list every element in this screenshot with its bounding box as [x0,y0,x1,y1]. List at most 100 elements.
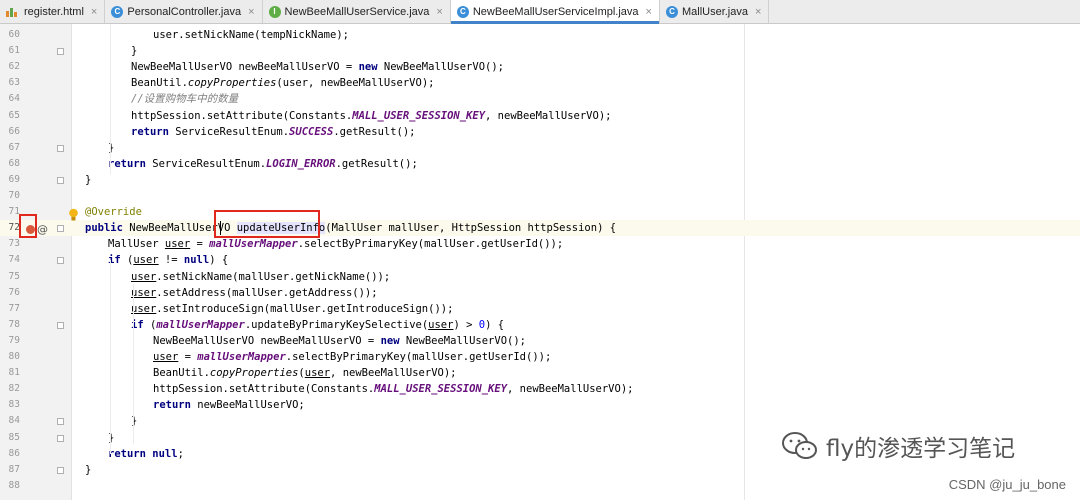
code-line[interactable]: 76 user.setAddress(mallUser.getAddress())… [0,285,1080,301]
tab-label: NewBeeMallUserServiceImpl.java [472,5,639,18]
annotation-at-icon[interactable]: @ [37,223,48,236]
line-number: 82 [8,383,20,395]
interface-file-icon: I [268,5,281,18]
code-line[interactable]: 77 user.setIntroduceSign(mallUser.getIntr… [0,301,1080,317]
indent-guide [133,348,134,436]
tab-label: MallUser.java [681,5,748,18]
fold-marker-icon[interactable] [57,144,64,152]
code-text: return ServiceResultEnum.SUCCESS.getResu… [131,125,416,138]
code-line[interactable]: 80 user = mallUserMapper.selectByPrimaryK… [0,349,1080,365]
fold-marker-icon[interactable] [57,176,64,184]
code-text: return null; [108,447,184,460]
line-number: 66 [8,125,20,137]
method-name-highlight-box [214,210,320,238]
line-number: 81 [8,367,20,379]
code-line[interactable]: 63 BeanUtil.copyProperties(user, newBeeMa… [0,75,1080,91]
line-number: 73 [8,238,20,250]
lightbulb-icon[interactable] [68,208,79,222]
code-text: public NewBeeMallUserVO updateUserInfo(M… [85,222,617,235]
code-line[interactable]: 60 user.setNickName(tempNickName); [0,27,1080,43]
code-text: BeanUtil.copyProperties(user, newBeeMall… [153,367,457,380]
line-number: 84 [8,415,20,427]
code-text: return ServiceResultEnum.LOGIN_ERROR.get… [108,157,418,170]
code-line[interactable]: 87} [0,462,1080,478]
code-line[interactable]: 79 NewBeeMallUserVO newBeeMallUserVO = ne… [0,333,1080,349]
line-number: 62 [8,61,20,73]
code-line[interactable]: 66 return ServiceResultEnum.SUCCESS.getRe… [0,124,1080,140]
editor-tab[interactable]: register.html × [0,0,106,23]
code-line[interactable]: 64 //设置购物车中的数量 [0,91,1080,107]
code-text: user.setNickName(tempNickName); [153,29,349,41]
editor-tab[interactable]: I NewBeeMallUserService.java × [263,0,451,23]
close-tab-icon[interactable]: × [646,6,652,18]
close-tab-icon[interactable]: × [248,6,254,18]
indent-guide [110,260,111,454]
code-text: BeanUtil.copyProperties(user, newBeeMall… [131,77,435,90]
line-number: 68 [8,157,20,169]
code-text: httpSession.setAttribute(Constants.MALL_… [153,383,634,396]
code-line[interactable]: 83 return newBeeMallUserVO; [0,397,1080,413]
code-line[interactable]: 65 httpSession.setAttribute(Constants.MAL… [0,108,1080,124]
code-line[interactable]: 74 if (user != null) { [0,252,1080,268]
line-number: 79 [8,334,20,346]
code-text: } [85,173,92,186]
code-line[interactable]: 67} [0,140,1080,156]
code-line[interactable]: 61} [0,43,1080,59]
fold-marker-icon[interactable] [57,48,64,56]
line-number: 63 [8,77,20,89]
line-number: 78 [8,318,20,330]
code-text: user.setAddress(mallUser.getAddress()); [131,286,378,299]
line-number: 65 [8,109,20,121]
line-number: 76 [8,286,20,298]
gutter-highlight-box [19,214,37,238]
code-line[interactable]: 71 @Override [0,204,1080,220]
fold-marker-icon[interactable] [57,418,64,426]
editor-tab[interactable]: C MallUser.java × [660,0,770,23]
indent-guide [110,24,111,174]
fold-marker-icon[interactable] [57,225,64,233]
code-line[interactable]: 88 [0,478,1080,494]
code-text: //设置购物车中的数量 [131,93,239,106]
fold-marker-icon[interactable] [57,257,64,265]
code-text: MallUser user = mallUserMapper.selectByP… [108,238,564,251]
code-line[interactable]: 70 [0,188,1080,204]
wechat-watermark: fly的渗透学习笔记 [780,429,1015,463]
editor-tab-bar: register.html × C PersonalController.java × I… [0,0,1080,24]
tab-label: NewBeeMallUserService.java [284,5,430,18]
code-line[interactable]: 84} [0,413,1080,429]
line-number: 86 [8,447,20,459]
code-line[interactable]: 62 NewBeeMallUserVO newBeeMallUserVO = ne… [0,59,1080,75]
fold-marker-icon[interactable] [57,434,64,442]
line-number: 69 [8,173,20,185]
code-text: NewBeeMallUserVO newBeeMallUserVO = new … [153,334,526,347]
close-tab-icon[interactable]: × [91,6,97,18]
code-line[interactable]: 75 user.setNickName(mallUser.getNickName(… [0,269,1080,285]
code-line[interactable]: 78 if (mallUserMapper.updateByPrimaryKeyS… [0,317,1080,333]
code-text: user.setNickName(mallUser.getNickName())… [131,270,391,283]
fold-marker-icon[interactable] [57,466,64,474]
code-text: user = mallUserMapper.selectByPrimaryKey… [153,351,552,363]
line-number: 80 [8,351,20,362]
code-line[interactable]: 72 public NewBeeMallUserVO updateUserInfo… [0,220,1080,237]
code-line[interactable]: 69} [0,172,1080,188]
line-number: 85 [8,431,20,443]
code-line[interactable]: 81 BeanUtil.copyProperties(user, newBeeMa… [0,365,1080,381]
class-file-icon: C [665,5,678,18]
code-line[interactable]: 82 httpSession.setAttribute(Constants.MAL… [0,381,1080,397]
line-number: 64 [8,93,20,105]
code-text: @Override [85,206,142,219]
line-number: 88 [8,479,20,491]
code-text: } [108,141,115,154]
fold-marker-icon[interactable] [57,321,64,329]
code-text: } [131,415,138,428]
code-line[interactable]: 73 MallUser user = mallUserMapper.selectB… [0,236,1080,252]
code-text: } [85,463,92,476]
code-line[interactable]: 68 return ServiceResultEnum.LOGIN_ERROR.g… [0,156,1080,172]
close-tab-icon[interactable]: × [436,6,442,18]
line-number: 67 [8,141,20,153]
close-tab-icon[interactable]: × [755,6,761,18]
editor-tab[interactable]: C PersonalController.java × [105,0,263,23]
editor-tab[interactable]: C NewBeeMallUserServiceImpl.java × [450,0,660,24]
code-text: if (user != null) { [108,254,229,267]
class-file-icon: C [456,5,469,18]
